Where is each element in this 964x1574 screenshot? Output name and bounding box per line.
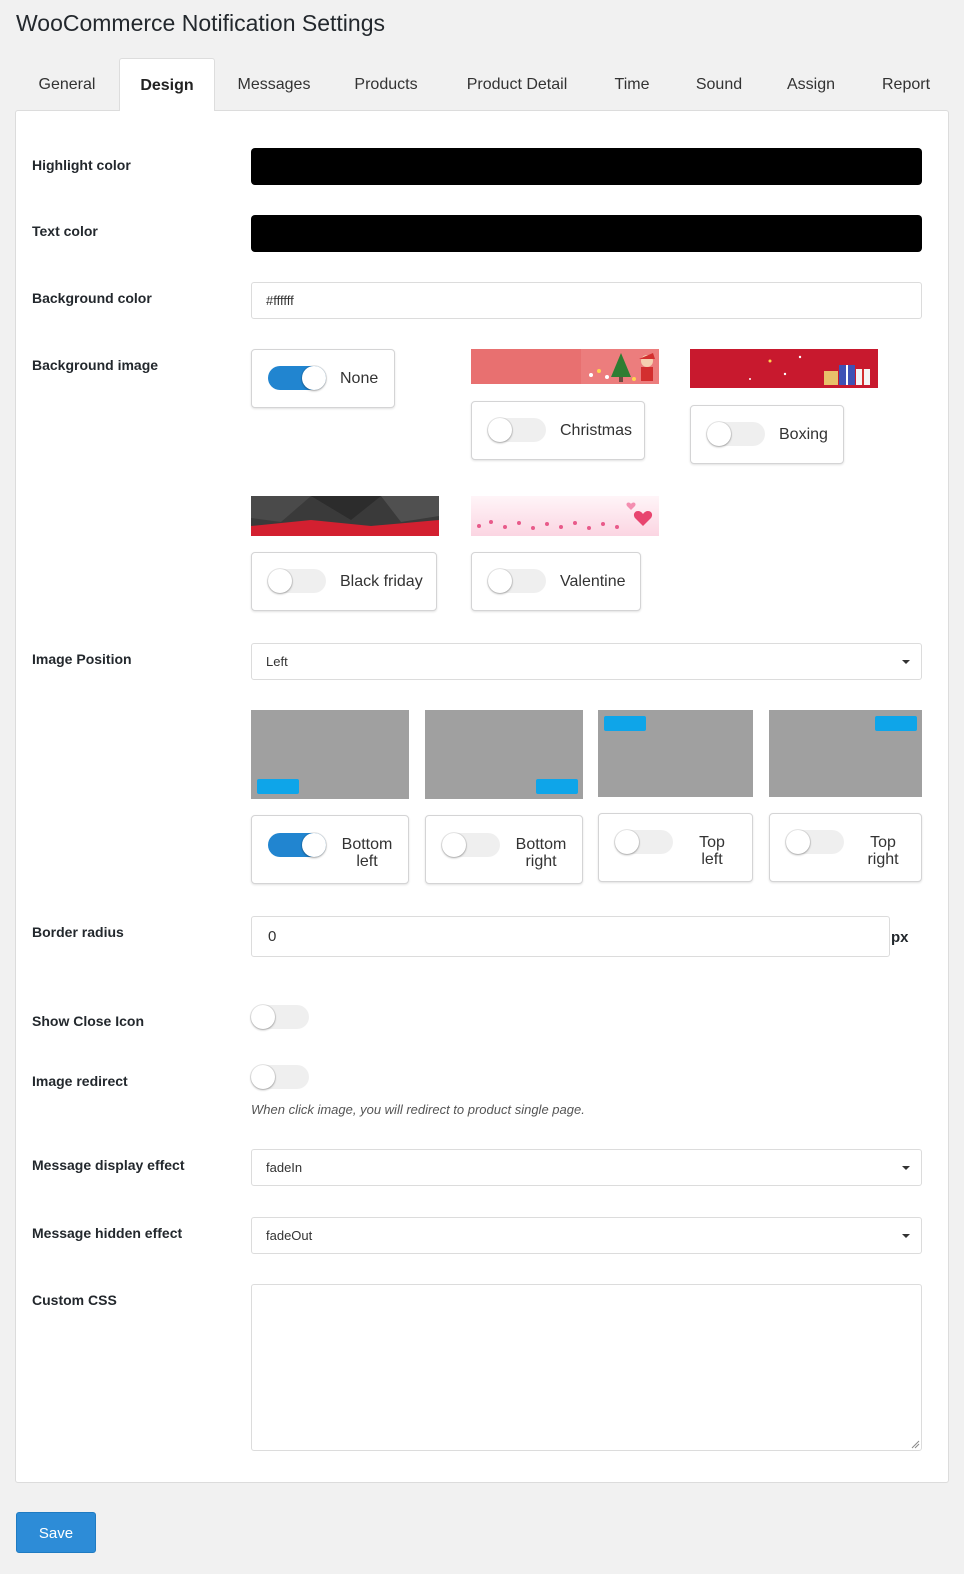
christmas-thumbnail [471, 349, 659, 384]
bg-black-friday-toggle[interactable] [268, 569, 326, 593]
preview-marker [875, 716, 917, 731]
image-redirect-label: Image redirect [32, 1073, 128, 1089]
position-bottom-right-toggle[interactable] [442, 833, 500, 857]
bg-option-valentine[interactable]: Valentine [471, 552, 641, 611]
preview-top-left [598, 710, 753, 797]
resize-handle-icon[interactable] [910, 1439, 920, 1449]
tab-assign[interactable]: Assign [771, 58, 851, 110]
preview-marker [257, 779, 299, 794]
position-option-bottom-left[interactable]: Bottom left [251, 815, 409, 884]
tab-time[interactable]: Time [595, 58, 669, 110]
message-display-effect-label: Message display effect [32, 1157, 185, 1173]
chevron-down-icon [902, 660, 910, 664]
bg-none-label: None [340, 370, 379, 387]
position-bottom-left-label: Bottom left [341, 836, 393, 870]
bg-option-boxing[interactable]: Boxing [690, 405, 844, 464]
tab-sound[interactable]: Sound [679, 58, 759, 110]
preview-marker [604, 716, 646, 731]
image-position-select[interactable]: Left [251, 643, 922, 680]
show-close-icon-toggle[interactable] [251, 1005, 309, 1029]
save-button[interactable]: Save [16, 1512, 96, 1553]
tab-products[interactable]: Products [337, 58, 435, 110]
position-top-left-label: Top left [699, 834, 725, 868]
position-top-left-toggle[interactable] [615, 830, 673, 854]
image-position-value: Left [266, 654, 288, 669]
position-top-right-label: Top right [867, 834, 899, 868]
preview-bottom-left [251, 710, 409, 799]
text-color-picker[interactable] [251, 215, 922, 252]
message-display-effect-value: fadeIn [266, 1160, 303, 1175]
bg-christmas-label: Christmas [560, 422, 633, 439]
bg-valentine-label: Valentine [560, 573, 626, 590]
show-close-icon-label: Show Close Icon [32, 1013, 145, 1029]
bg-black-friday-label: Black friday [340, 573, 423, 590]
bg-boxing-toggle[interactable] [707, 422, 765, 446]
message-hidden-effect-label: Message hidden effect [32, 1225, 183, 1241]
preview-top-right [769, 710, 922, 797]
chevron-down-icon [902, 1234, 910, 1238]
bg-christmas-toggle[interactable] [488, 418, 546, 442]
position-option-top-left[interactable]: Top left [598, 813, 753, 882]
position-option-bottom-right[interactable]: Bottom right [425, 815, 583, 884]
boxing-thumbnail [690, 349, 878, 388]
black-friday-thumbnail [251, 496, 439, 536]
message-hidden-effect-value: fadeOut [266, 1228, 313, 1243]
custom-css-label: Custom CSS [32, 1292, 117, 1308]
message-hidden-effect-select[interactable]: fadeOut [251, 1217, 922, 1254]
tab-general[interactable]: General [15, 58, 119, 110]
preview-marker [536, 779, 578, 794]
border-radius-input[interactable]: 0 [251, 916, 890, 957]
page-title: WooCommerce Notification Settings [16, 10, 385, 36]
image-redirect-hint: When click image, you will redirect to p… [251, 1102, 585, 1117]
position-option-top-right[interactable]: Top right [769, 813, 922, 882]
bg-boxing-label: Boxing [779, 426, 828, 443]
background-color-label: Background color [32, 290, 152, 306]
bg-option-black-friday[interactable]: Black friday [251, 552, 437, 611]
tab-bar: General Design Messages Products Product… [15, 58, 949, 111]
tab-messages[interactable]: Messages [225, 58, 323, 110]
bg-none-toggle[interactable] [268, 366, 326, 390]
highlight-color-picker[interactable] [251, 148, 922, 185]
tab-product-detail[interactable]: Product Detail [449, 58, 585, 110]
custom-css-textarea[interactable] [251, 1284, 922, 1451]
preview-bottom-right [425, 710, 583, 799]
border-radius-label: Border radius [32, 924, 124, 940]
bg-option-none[interactable]: None [251, 349, 395, 408]
tab-report[interactable]: Report [863, 58, 949, 110]
background-color-input[interactable]: #ffffff [251, 282, 922, 319]
image-position-label: Image Position [32, 651, 132, 667]
chevron-down-icon [902, 1166, 910, 1170]
position-bottom-right-label: Bottom right [515, 836, 567, 870]
highlight-color-label: Highlight color [32, 157, 131, 173]
valentine-thumbnail [471, 496, 659, 536]
message-display-effect-select[interactable]: fadeIn [251, 1149, 922, 1186]
position-bottom-left-toggle[interactable] [268, 833, 326, 857]
background-image-label: Background image [32, 357, 159, 373]
bg-valentine-toggle[interactable] [488, 569, 546, 593]
bg-option-christmas[interactable]: Christmas [471, 401, 645, 460]
border-radius-unit: px [891, 929, 909, 946]
position-top-right-toggle[interactable] [786, 830, 844, 854]
image-redirect-toggle[interactable] [251, 1065, 309, 1089]
tab-design[interactable]: Design [119, 58, 215, 111]
text-color-label: Text color [32, 223, 98, 239]
